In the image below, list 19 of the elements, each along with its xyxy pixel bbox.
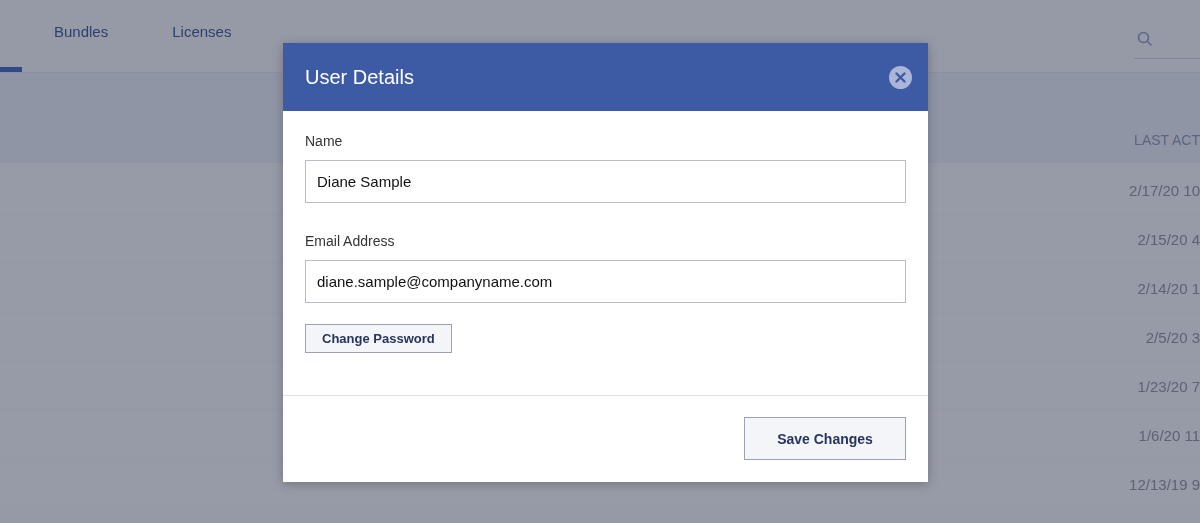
input-field[interactable]: diane.sample@companyname.com (305, 260, 906, 303)
close-button[interactable] (889, 65, 912, 89)
table-cell: 2/17/20 10 (1129, 181, 1200, 199)
save-button[interactable]: Save Changes (744, 417, 906, 460)
table-cell: 1/6/20 11 (1138, 426, 1200, 444)
field-label: Email Address (305, 233, 396, 249)
tab[interactable]: Bundles (22, 0, 141, 72)
table-cell: 12/13/19 9 (1129, 475, 1200, 493)
table-cell: 2/5/20 3 (1145, 328, 1200, 346)
table-cell: 2/15/20 4 (1137, 230, 1200, 248)
field-label: Name (305, 133, 344, 149)
search-icon (1137, 31, 1153, 47)
table-cell: 1/23/20 7 (1137, 377, 1200, 395)
table-cell: 2/14/20 1 (1137, 279, 1200, 297)
change-password-button[interactable]: Change Password (305, 324, 452, 353)
close-icon (895, 71, 906, 83)
tab[interactable]: Licenses (140, 0, 264, 72)
input-field[interactable]: Diane Sample (305, 160, 906, 203)
dialog-title: User Details (305, 65, 414, 89)
